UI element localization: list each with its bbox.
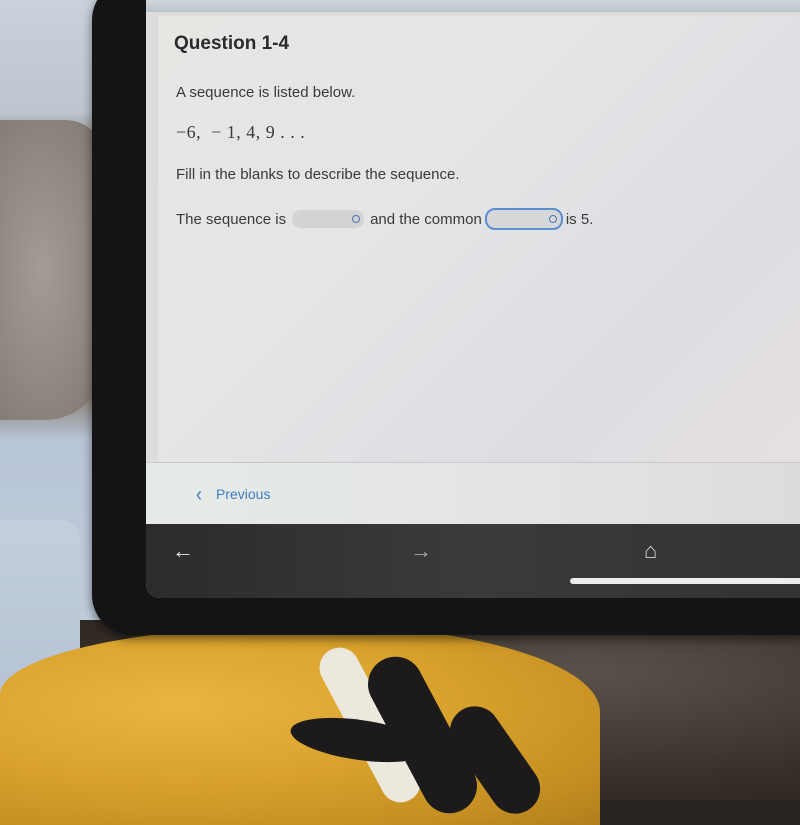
chevron-left-icon: ‹ (196, 482, 202, 506)
home-icon[interactable]: ⌂ (644, 538, 657, 564)
question-title: Question 1-4 (174, 33, 290, 54)
page-header-band (146, 0, 800, 12)
answer-text-2: and the common (370, 210, 482, 228)
home-indicator-bar[interactable] (570, 578, 800, 584)
background-fleece (0, 120, 105, 420)
sequence-display: −6, − 1, 4, 9 . . . (176, 122, 306, 142)
question-footer: ‹ Previous (146, 462, 800, 525)
select-chevron-icon (352, 215, 361, 223)
browser-nav-bar: ← → ⌂ (146, 524, 800, 598)
question-card: Question 1-4 A sequence is listed below.… (158, 16, 800, 462)
back-arrow-icon[interactable]: ← (172, 538, 194, 564)
previous-button[interactable]: ‹ Previous (196, 482, 271, 506)
sequence-type-dropdown[interactable] (292, 210, 365, 228)
previous-label: Previous (216, 486, 271, 502)
answer-text-3: is 5. (565, 210, 594, 228)
question-prompt: A sequence is listed below. (176, 84, 356, 101)
answer-text-1: The sequence is (176, 210, 287, 228)
question-instruction: Fill in the blanks to describe the seque… (176, 166, 460, 183)
tablet-screen: Question 1-4 A sequence is listed below.… (146, 0, 800, 598)
answer-line: The sequence is and the common is 5. (176, 208, 593, 230)
forward-arrow-icon[interactable]: → (410, 538, 432, 564)
common-term-dropdown[interactable] (484, 208, 563, 230)
select-chevron-icon (548, 215, 557, 223)
